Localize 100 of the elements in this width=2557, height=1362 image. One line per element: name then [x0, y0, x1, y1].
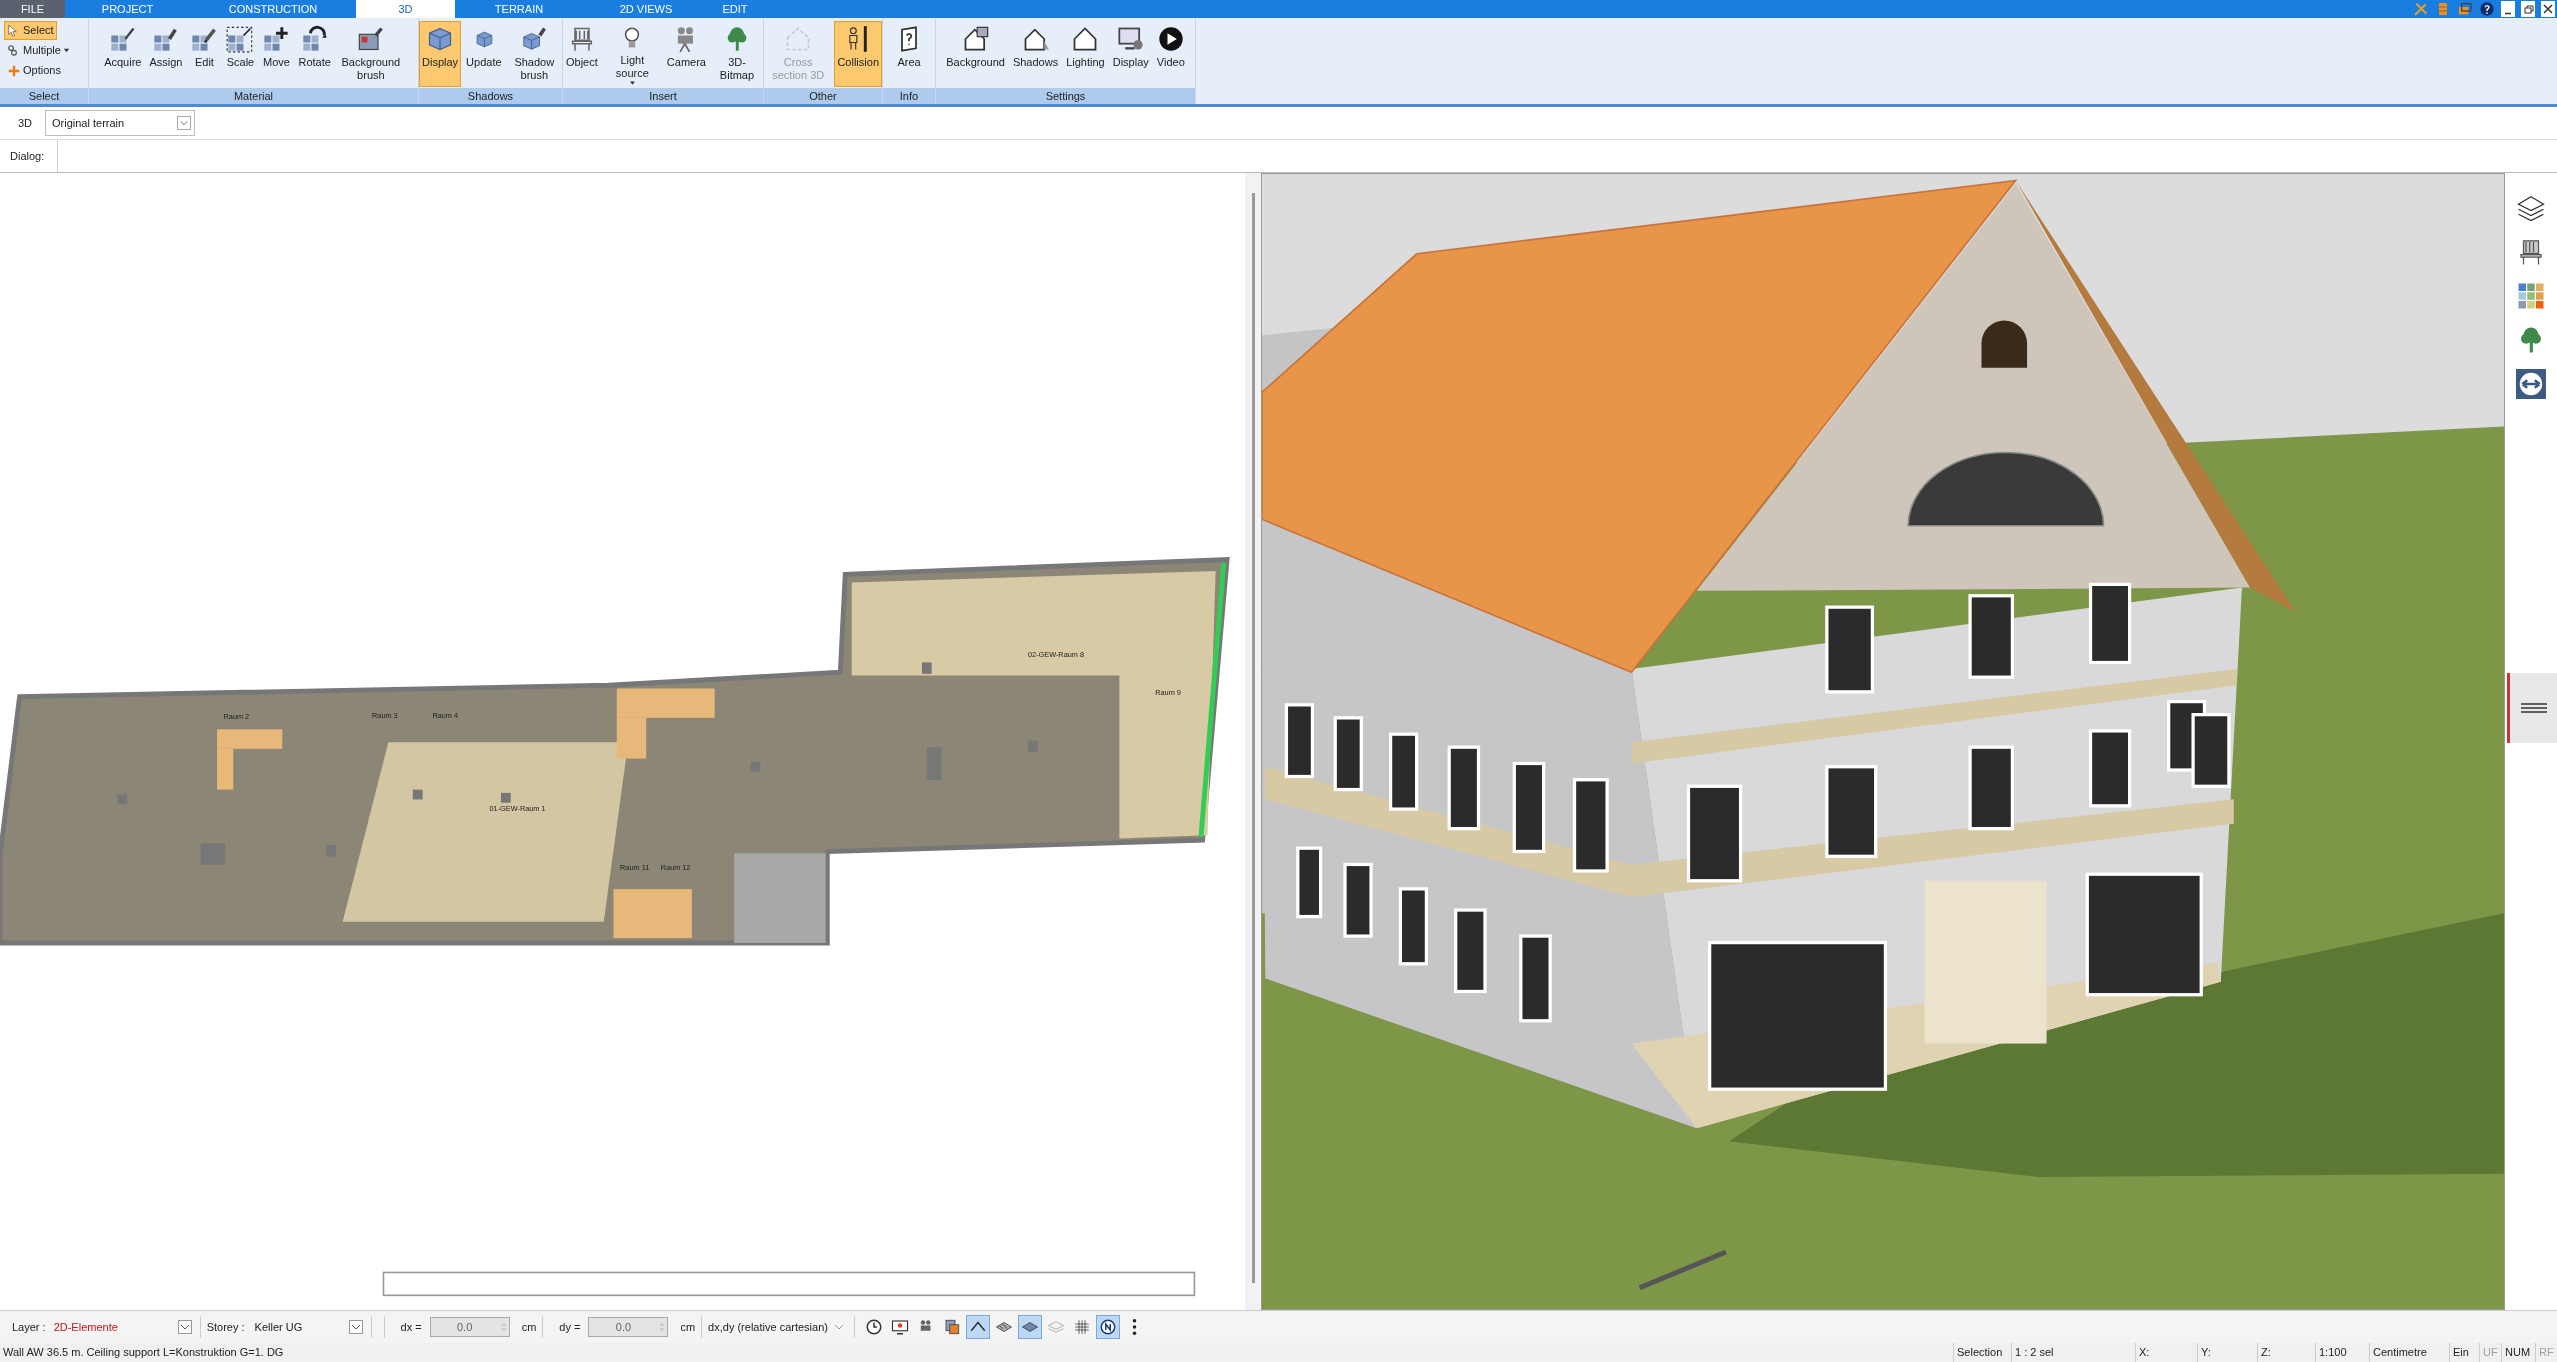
status-field: Selection: [1953, 1343, 2011, 1362]
ribbon-button[interactable]: 3D-Bitmap: [711, 21, 763, 87]
close-icon: [2541, 2, 2555, 16]
room-label: Raum 4: [432, 710, 459, 720]
unit-label: cm: [521, 1319, 537, 1335]
status-field: UF: [2479, 1343, 2501, 1362]
ribbon-button[interactable]: Select: [4, 21, 57, 40]
ribbon-button[interactable]: Background brush: [335, 21, 406, 87]
ribbon-button[interactable]: Shadows: [1009, 21, 1062, 87]
ribbon-group-label: Settings: [936, 88, 1195, 104]
status-field: X:: [2135, 1343, 2197, 1362]
view-label: 3D: [17, 115, 34, 131]
coordinate-label: dy =: [559, 1319, 581, 1335]
ribbon-button[interactable]: Object: [563, 21, 601, 87]
coordinate-mode-dropdown[interactable]: dx,dy (relative cartesian): [708, 1315, 849, 1339]
status-field: RF: [2535, 1343, 2557, 1362]
layered-slab-icon: [1047, 1318, 1066, 1336]
unit-label: cm: [680, 1319, 696, 1335]
grip-lines-icon: [2518, 702, 2549, 714]
menu-tab[interactable]: 3D: [356, 0, 455, 18]
restore-icon: [2521, 2, 2535, 16]
ribbon-group-label: Info: [883, 88, 935, 104]
ribbon-button[interactable]: Assign: [146, 21, 186, 87]
ribbon-button[interactable]: Edit: [187, 21, 222, 87]
double-arrow-icon[interactable]: [2516, 369, 2546, 399]
ribbon-button[interactable]: Acquire: [101, 21, 145, 87]
room-label: Raum 2: [223, 712, 250, 722]
storey-dropdown[interactable]: Keller UG: [254, 1315, 365, 1339]
help-icon: [2479, 1, 2495, 17]
ribbon-button[interactable]: Video: [1153, 21, 1188, 87]
room-label: 01-GEW-Raum 1: [489, 803, 546, 813]
status-field: NUM: [2501, 1343, 2535, 1362]
ribbon-group-label: Shadows: [419, 88, 562, 104]
room-label: Raum 3: [372, 710, 398, 720]
status-field: 1:100: [2315, 1343, 2369, 1362]
status-field: Z:: [2257, 1343, 2315, 1362]
status-field: Y:: [2197, 1343, 2257, 1362]
layers-icon[interactable]: [2516, 193, 2546, 223]
plus-icon: [7, 63, 21, 78]
vertical-scrollbar[interactable]: [1251, 193, 1255, 1283]
more-icon: [1131, 1319, 1137, 1335]
room-label: 02-GEW-Raum 8: [1028, 650, 1085, 660]
ribbon-button[interactable]: Background: [943, 21, 1008, 87]
status-field: Centimetre: [2369, 1343, 2449, 1362]
tiles-move-icon: [262, 25, 291, 53]
ribbon-button[interactable]: Options: [4, 61, 64, 80]
ribbon-button[interactable]: Area: [892, 21, 926, 87]
terrain-dropdown[interactable]: Original terrain: [45, 110, 195, 136]
ribbon-button[interactable]: Collision: [834, 21, 882, 87]
status-message: Wall AW 36.5 m. Ceiling support L=Konstruktion G=1. DG: [2, 1345, 284, 1361]
picture-brush-icon: [356, 25, 385, 53]
monitor-gear-icon: [1116, 25, 1145, 53]
play-icon: [1156, 25, 1185, 53]
layer-dropdown[interactable]: 2D-Elemente: [53, 1315, 194, 1339]
tiles-rotate-icon: [300, 25, 329, 53]
ribbon-button[interactable]: Light source: [602, 21, 662, 87]
caret-icon: [177, 1320, 192, 1334]
menu-tab[interactable]: FILE: [0, 0, 65, 18]
close-button[interactable]: [2541, 1, 2555, 17]
toolbar-button[interactable]: [966, 1315, 991, 1339]
clock-icon: [865, 1318, 884, 1336]
ribbon-button[interactable]: Lighting: [1063, 21, 1108, 87]
ribbon-button[interactable]: Scale: [223, 21, 258, 87]
ribbon-group-label: Material: [89, 88, 418, 104]
stacked-pages-icon: [943, 1318, 962, 1336]
ribbon-group-label: Select: [0, 88, 88, 104]
caret-icon: [348, 1320, 363, 1334]
ribbon-group-label: Other: [764, 88, 882, 104]
color-grid-icon[interactable]: [2516, 281, 2546, 311]
status-field: Ein: [2449, 1343, 2479, 1362]
ribbon-button[interactable]: Display: [1109, 21, 1152, 87]
ribbon-button[interactable]: Shadow brush: [506, 21, 562, 87]
tiles-scale-icon: [226, 25, 255, 53]
layer-label: Layer :: [12, 1319, 46, 1335]
tiles-pipette-icon: [108, 25, 137, 53]
room-label: Raum 11: [620, 862, 650, 872]
caret-icon: [177, 116, 191, 130]
grid-icon: [1073, 1318, 1092, 1336]
toolbar-button[interactable]: [1096, 1315, 1121, 1339]
dialog-label: Dialog:: [0, 140, 58, 172]
storey-label: Storey :: [206, 1319, 245, 1335]
room-label: Raum 9: [1155, 688, 1181, 697]
tools-icon: [2413, 1, 2429, 17]
minimize-icon: [2504, 11, 2512, 15]
ribbon-button[interactable]: Rotate: [295, 21, 334, 87]
coordinate-label: dx =: [400, 1319, 422, 1335]
ribbon-button[interactable]: Update: [463, 21, 505, 87]
monitor-star-icon: [891, 1318, 910, 1336]
panel-handle[interactable]: [2507, 673, 2557, 743]
north-icon: [1099, 1318, 1118, 1336]
ribbon-button[interactable]: Display: [419, 21, 462, 87]
minimize-button[interactable]: [2501, 1, 2515, 17]
ribbon-button[interactable]: Move: [259, 21, 294, 87]
ribbon-button[interactable]: Multiple: [4, 41, 73, 60]
restore-button[interactable]: [2521, 1, 2535, 17]
ribbon-button[interactable]: Camera: [663, 21, 709, 87]
status-field: 1 : 2 sel: [2011, 1343, 2135, 1362]
room-label: Raum 12: [660, 862, 691, 872]
ribbon-group-label: Insert: [563, 88, 763, 104]
cube-brush-icon: [520, 25, 549, 53]
